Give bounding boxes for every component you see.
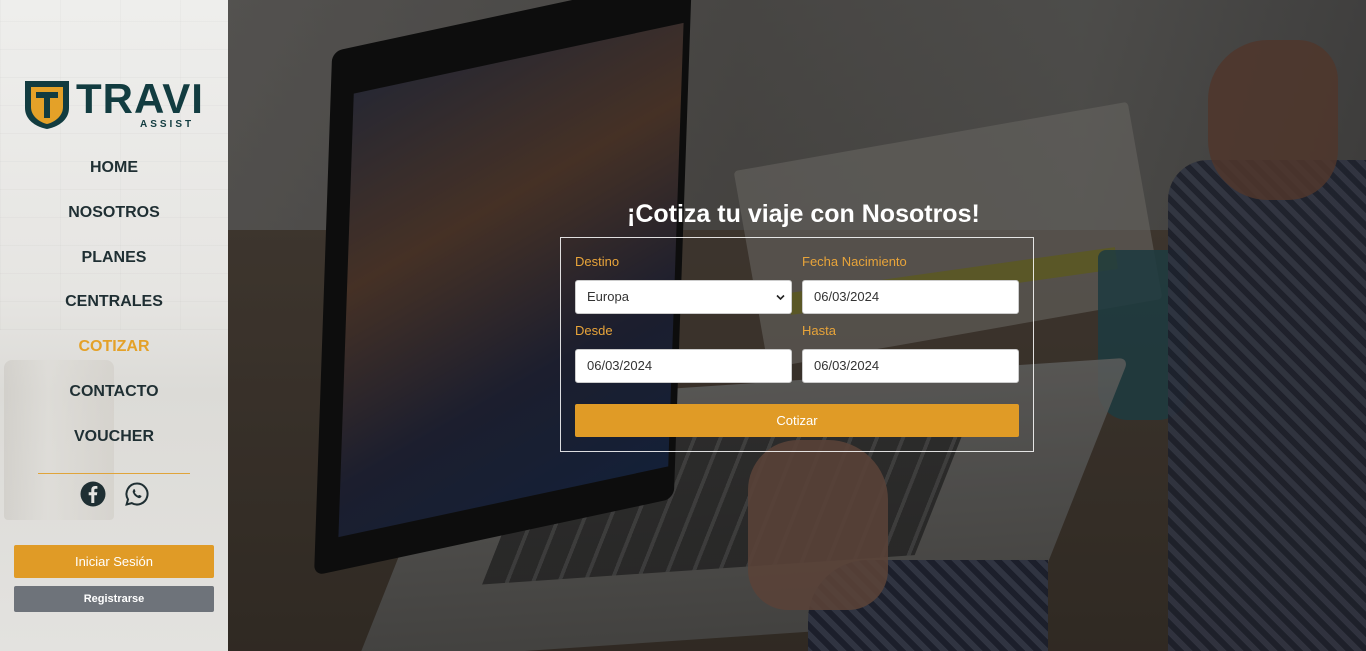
quote-form: Destino Europa Fecha Nacimiento 06/03/20… — [560, 237, 1034, 452]
destino-select-value: Europa — [587, 289, 629, 304]
nav-item-nosotros[interactable]: NOSOTROS — [0, 191, 228, 236]
brand-logo[interactable]: TRAVI ASSIST — [22, 76, 212, 132]
register-button[interactable]: Registrarse — [14, 586, 214, 612]
nav-item-voucher[interactable]: VOUCHER — [0, 415, 228, 460]
whatsapp-icon[interactable] — [124, 481, 150, 507]
login-button[interactable]: Iniciar Sesión — [14, 545, 214, 578]
chevron-down-icon — [776, 294, 785, 301]
nav-item-home[interactable]: HOME — [0, 146, 228, 191]
desde-input[interactable]: 06/03/2024 — [575, 349, 792, 383]
main-nav: HOME NOSOTROS PLANES CENTRALES COTIZAR C… — [0, 146, 228, 460]
sidebar: TRAVI ASSIST HOME NOSOTROS PLANES CENTRA… — [0, 0, 228, 651]
brand-name: TRAVI — [76, 75, 204, 122]
sidebar-divider — [38, 473, 190, 474]
hasta-input[interactable]: 06/03/2024 — [802, 349, 1019, 383]
fecha-nacimiento-label: Fecha Nacimiento — [802, 254, 907, 269]
nav-item-planes[interactable]: PLANES — [0, 236, 228, 281]
destino-select[interactable]: Europa — [575, 280, 792, 314]
fecha-nacimiento-input[interactable]: 06/03/2024 — [802, 280, 1019, 314]
shield-logo-icon — [25, 81, 69, 129]
social-links — [80, 481, 152, 509]
desde-label: Desde — [575, 323, 613, 338]
hero-section: ¡Cotiza tu viaje con Nosotros! Destino E… — [228, 0, 1366, 651]
facebook-icon[interactable] — [80, 481, 106, 507]
nav-item-centrales[interactable]: CENTRALES — [0, 280, 228, 325]
brand-tagline: ASSIST — [140, 119, 195, 130]
cotizar-button[interactable]: Cotizar — [575, 404, 1019, 437]
nav-item-cotizar[interactable]: COTIZAR — [0, 325, 228, 370]
quote-title: ¡Cotiza tu viaje con Nosotros! — [627, 200, 980, 228]
hasta-label: Hasta — [802, 323, 836, 338]
nav-item-contacto[interactable]: CONTACTO — [0, 370, 228, 415]
destino-label: Destino — [575, 254, 620, 269]
